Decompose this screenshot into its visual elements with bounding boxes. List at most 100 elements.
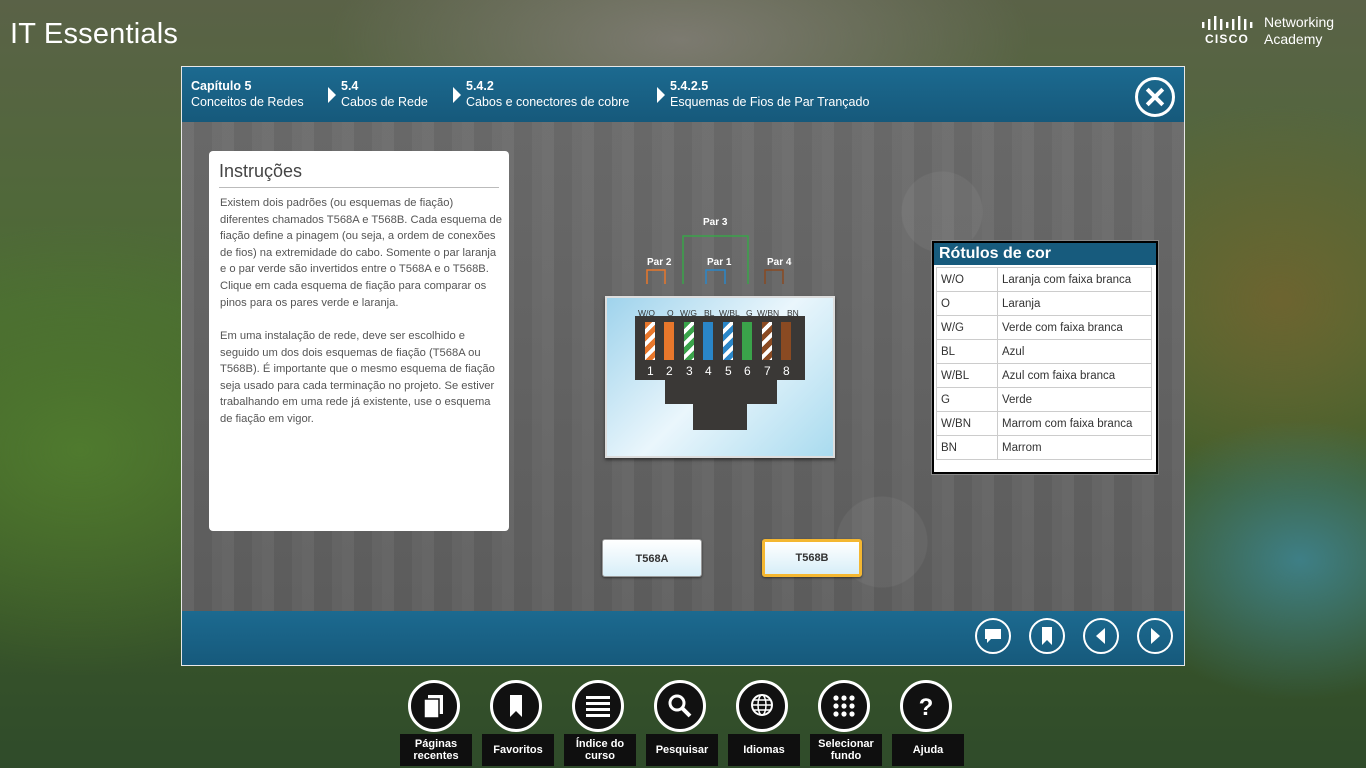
chat-icon[interactable] bbox=[975, 618, 1011, 654]
breadcrumb-number: 5.4.2.5 bbox=[670, 79, 709, 93]
wire-white-brown bbox=[762, 322, 772, 360]
table-row: W/O Laranja com faixa branca bbox=[936, 267, 1152, 292]
rj45-diagram: Par 3 Par 2 Par 1 Par 4 W/O O W/G BL W/B… bbox=[602, 212, 835, 462]
dock-label: Páginas recentes bbox=[400, 734, 472, 766]
help-icon: ? bbox=[900, 680, 952, 732]
table-row: W/BL Azul com faixa branca bbox=[936, 363, 1152, 388]
wire-green bbox=[742, 322, 752, 360]
app-title: IT Essentials bbox=[10, 18, 179, 50]
networking-academy-label: Networking Academy bbox=[1264, 14, 1335, 47]
legend-code: G bbox=[936, 387, 998, 412]
dock-label: Favoritos bbox=[482, 734, 554, 766]
breadcrumb-arrow-icon bbox=[453, 87, 461, 103]
jack-tab bbox=[693, 402, 747, 430]
svg-text:?: ? bbox=[919, 694, 934, 720]
table-row: W/BN Marrom com faixa branca bbox=[936, 411, 1152, 436]
list-icon bbox=[572, 680, 624, 732]
instructions-paragraph-1: Existem dois padrões (ou esquemas de fia… bbox=[220, 197, 502, 309]
pin-number: 6 bbox=[744, 364, 751, 378]
table-row: BL Azul bbox=[936, 339, 1152, 364]
color-legend: Rótulos de cor W/O Laranja com faixa bran… bbox=[932, 241, 1158, 474]
course-window: Capítulo 5 Conceitos de Redes 5.4 Cabos … bbox=[181, 66, 1185, 666]
wire-label: BL bbox=[704, 308, 715, 318]
breadcrumb-label: Esquemas de Fios de Par Trançado bbox=[670, 95, 870, 109]
legend-desc: Azul com faixa branca bbox=[997, 363, 1152, 388]
breadcrumb-label: Conceitos de Redes bbox=[191, 95, 304, 109]
legend-code: W/BL bbox=[936, 363, 998, 388]
wire-label: W/O bbox=[638, 308, 655, 318]
pair-1-label: Par 1 bbox=[707, 257, 732, 268]
dock-favorites[interactable]: Favoritos bbox=[482, 680, 554, 768]
breadcrumb: Capítulo 5 Conceitos de Redes 5.4 Cabos … bbox=[182, 67, 1184, 122]
pin-number: 8 bbox=[783, 364, 790, 378]
legend-desc: Marrom com faixa branca bbox=[997, 411, 1152, 436]
jack-tab bbox=[665, 380, 777, 404]
breadcrumb-label: Cabos de Rede bbox=[341, 95, 428, 109]
cisco-bars-icon bbox=[1202, 16, 1253, 30]
dock-search[interactable]: Pesquisar bbox=[646, 680, 718, 768]
page-nav-bar bbox=[182, 611, 1184, 665]
legend-title: Rótulos de cor bbox=[934, 243, 1156, 265]
t568b-button[interactable]: T568B bbox=[762, 539, 862, 577]
pin-number: 2 bbox=[666, 364, 673, 378]
legend-code: W/BN bbox=[936, 411, 998, 436]
dock-label: Ajuda bbox=[892, 734, 964, 766]
wire-label: G bbox=[746, 308, 753, 318]
pin-number: 1 bbox=[647, 364, 654, 378]
breadcrumb-number: Capítulo 5 bbox=[191, 79, 252, 93]
bookmark-icon bbox=[490, 680, 542, 732]
breadcrumb-label: Cabos e conectores de cobre bbox=[466, 95, 630, 109]
wire-label: O bbox=[667, 308, 674, 318]
wire-label: W/G bbox=[680, 308, 697, 318]
activity-area: Instruções Existem dois padrões (ou esqu… bbox=[182, 122, 1184, 611]
legend-desc: Laranja com faixa branca bbox=[997, 267, 1152, 292]
instructions-title: Instruções bbox=[219, 161, 499, 188]
instructions-panel: Instruções Existem dois padrões (ou esqu… bbox=[209, 151, 509, 531]
instructions-paragraph-2: Em uma instalação de rede, deve ser esco… bbox=[220, 330, 495, 425]
legend-code: W/G bbox=[936, 315, 998, 340]
table-row: O Laranja bbox=[936, 291, 1152, 316]
previous-page-icon[interactable] bbox=[1083, 618, 1119, 654]
wire-brown bbox=[781, 322, 791, 360]
grid-icon bbox=[818, 680, 870, 732]
jack-opening bbox=[635, 316, 805, 380]
legend-desc: Marrom bbox=[997, 435, 1152, 460]
pair-3-label: Par 3 bbox=[703, 217, 728, 228]
breadcrumb-item-chapter[interactable]: Capítulo 5 Conceitos de Redes bbox=[191, 78, 304, 110]
cisco-wordmark: CISCO bbox=[1205, 32, 1250, 46]
dock-label: Idiomas bbox=[728, 734, 800, 766]
dock-recent-pages[interactable]: Páginas recentes bbox=[400, 680, 472, 768]
next-page-icon[interactable] bbox=[1137, 618, 1173, 654]
pair-2-label: Par 2 bbox=[647, 257, 672, 268]
legend-desc: Verde com faixa branca bbox=[997, 315, 1152, 340]
t568a-button[interactable]: T568A bbox=[602, 539, 702, 577]
dock-languages[interactable]: Idiomas bbox=[728, 680, 800, 768]
pin-number: 4 bbox=[705, 364, 712, 378]
dock-select-background[interactable]: Selecionar fundo bbox=[810, 680, 882, 768]
legend-code: O bbox=[936, 291, 998, 316]
dock-course-index[interactable]: Índice do curso bbox=[564, 680, 636, 768]
pin-number: 5 bbox=[725, 364, 732, 378]
breadcrumb-arrow-icon bbox=[657, 87, 665, 103]
close-icon[interactable] bbox=[1135, 77, 1175, 117]
dock-help[interactable]: ? Ajuda bbox=[892, 680, 964, 768]
breadcrumb-item-page[interactable]: 5.4.2.5 Esquemas de Fios de Par Trançado bbox=[670, 78, 869, 110]
search-icon bbox=[654, 680, 706, 732]
bookmark-icon[interactable] bbox=[1029, 618, 1065, 654]
wire-label: W/BL bbox=[719, 308, 740, 318]
wire-label: W/BN bbox=[757, 308, 780, 318]
wire-white-green bbox=[684, 322, 694, 360]
legend-desc: Laranja bbox=[997, 291, 1152, 316]
breadcrumb-item-subsection[interactable]: 5.4.2 Cabos e conectores de cobre bbox=[466, 78, 629, 110]
wire-orange bbox=[664, 322, 674, 360]
dock-label: Índice do curso bbox=[564, 734, 636, 766]
legend-desc: Azul bbox=[997, 339, 1152, 364]
wire-blue bbox=[703, 322, 713, 360]
legend-code: W/O bbox=[936, 267, 998, 292]
legend-table: W/O Laranja com faixa branca O Laranja W/G… bbox=[936, 267, 1152, 460]
wire-white-blue bbox=[723, 322, 733, 360]
breadcrumb-arrow-icon bbox=[328, 87, 336, 103]
legend-code: BN bbox=[936, 435, 998, 460]
pair-4-label: Par 4 bbox=[767, 257, 792, 268]
breadcrumb-item-section[interactable]: 5.4 Cabos de Rede bbox=[341, 78, 428, 110]
